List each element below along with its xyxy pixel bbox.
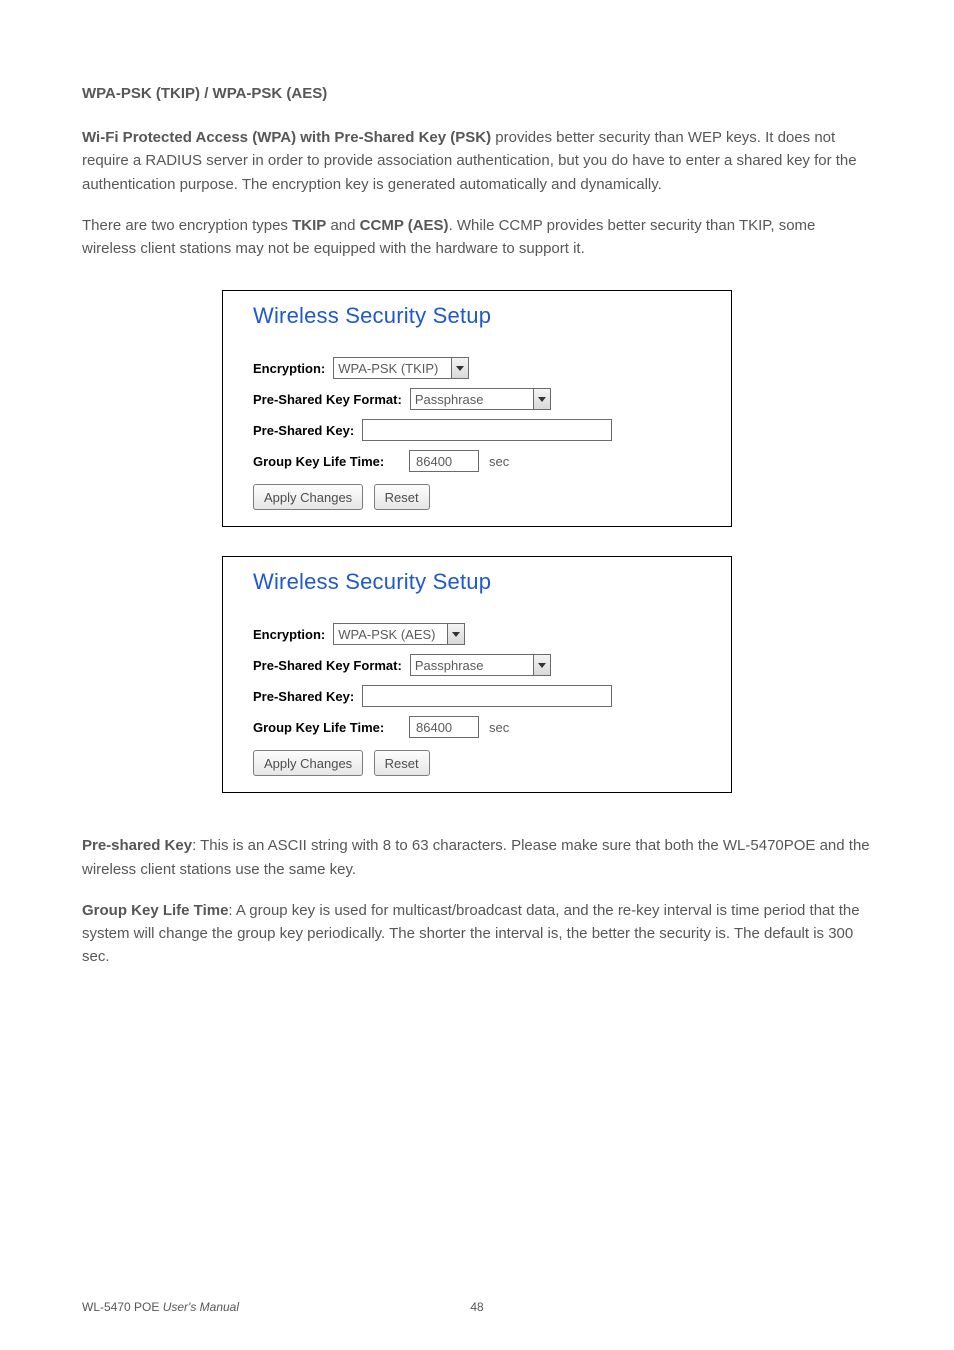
label-psk-format: Pre-Shared Key Format: — [253, 658, 402, 673]
encryption-select-value: WPA-PSK (AES) — [333, 623, 447, 645]
footer-left: WL-5470 POE User's Manual — [82, 1300, 239, 1314]
group-key-input[interactable]: 86400 — [409, 716, 479, 738]
page-number: 48 — [470, 1300, 483, 1314]
encryption-select-value: WPA-PSK (TKIP) — [333, 357, 451, 379]
dropdown-icon[interactable] — [451, 357, 469, 379]
chevron-down-icon — [538, 397, 546, 402]
psk-format-select[interactable]: Passphrase — [410, 388, 551, 410]
row-psk: Pre-Shared Key: — [253, 685, 711, 707]
panel-title: Wireless Security Setup — [253, 303, 711, 329]
chevron-down-icon — [452, 632, 460, 637]
psk-description: Pre-shared Key: This is an ASCII string … — [82, 834, 872, 881]
panel-wrap-1: Wireless Security Setup Encryption: WPA-… — [82, 290, 872, 552]
row-group-key: Group Key Life Time: 86400 sec — [253, 450, 711, 472]
label-encryption: Encryption: — [253, 627, 325, 642]
label-psk: Pre-Shared Key: — [253, 689, 354, 704]
reset-button[interactable]: Reset — [374, 750, 430, 776]
psk-desc-bold: Pre-shared Key — [82, 837, 192, 854]
psk-format-select[interactable]: Passphrase — [410, 654, 551, 676]
encryption-select[interactable]: WPA-PSK (TKIP) — [333, 357, 469, 379]
dropdown-icon[interactable] — [533, 654, 551, 676]
button-row: Apply Changes Reset — [253, 750, 711, 776]
dropdown-icon[interactable] — [533, 388, 551, 410]
unit-sec: sec — [489, 454, 509, 469]
wireless-security-panel-tkip: Wireless Security Setup Encryption: WPA-… — [222, 290, 732, 527]
panel-title: Wireless Security Setup — [253, 569, 711, 595]
psk-format-value: Passphrase — [410, 654, 534, 676]
psk-input[interactable] — [362, 685, 612, 707]
group-key-description: Group Key Life Time: A group key is used… — [82, 899, 872, 969]
p2a: There are two encryption types — [82, 217, 292, 234]
reset-button[interactable]: Reset — [374, 484, 430, 510]
row-encryption: Encryption: WPA-PSK (AES) — [253, 623, 711, 645]
p2-mid: and — [326, 217, 359, 234]
intro-bold-wpa-psk: Wi-Fi Protected Access (WPA) with Pre-Sh… — [82, 129, 491, 146]
footer-manual: User's Manual — [163, 1300, 239, 1314]
p2-tkip: TKIP — [292, 217, 326, 234]
footer-product: WL-5470 POE — [82, 1300, 163, 1314]
row-group-key: Group Key Life Time: 86400 sec — [253, 716, 711, 738]
button-row: Apply Changes Reset — [253, 484, 711, 510]
panel-wrap-2: Wireless Security Setup Encryption: WPA-… — [82, 556, 872, 818]
row-psk-format: Pre-Shared Key Format: Passphrase — [253, 388, 711, 410]
row-psk-format: Pre-Shared Key Format: Passphrase — [253, 654, 711, 676]
row-psk: Pre-Shared Key: — [253, 419, 711, 441]
p2-ccmp: CCMP (AES) — [360, 217, 449, 234]
unit-sec: sec — [489, 720, 509, 735]
page: WPA-PSK (TKIP) / WPA-PSK (AES) Wi-Fi Pro… — [0, 0, 954, 1350]
label-psk: Pre-Shared Key: — [253, 423, 354, 438]
psk-input[interactable] — [362, 419, 612, 441]
row-encryption: Encryption: WPA-PSK (TKIP) — [253, 357, 711, 379]
psk-desc-rest: : This is an ASCII string with 8 to 63 c… — [82, 837, 870, 877]
chevron-down-icon — [538, 663, 546, 668]
psk-format-value: Passphrase — [410, 388, 534, 410]
dropdown-icon[interactable] — [447, 623, 465, 645]
apply-changes-button[interactable]: Apply Changes — [253, 750, 363, 776]
section-heading: WPA-PSK (TKIP) / WPA-PSK (AES) — [82, 85, 872, 102]
intro-paragraph-1: Wi-Fi Protected Access (WPA) with Pre-Sh… — [82, 126, 872, 196]
label-psk-format: Pre-Shared Key Format: — [253, 392, 402, 407]
intro-paragraph-2: There are two encryption types TKIP and … — [82, 214, 872, 261]
wireless-security-panel-aes: Wireless Security Setup Encryption: WPA-… — [222, 556, 732, 793]
gk-desc-bold: Group Key Life Time — [82, 902, 228, 919]
chevron-down-icon — [456, 366, 464, 371]
label-group-key: Group Key Life Time: — [253, 720, 401, 735]
label-encryption: Encryption: — [253, 361, 325, 376]
page-footer: WL-5470 POE User's Manual 48 — [82, 1300, 872, 1314]
label-group-key: Group Key Life Time: — [253, 454, 401, 469]
apply-changes-button[interactable]: Apply Changes — [253, 484, 363, 510]
group-key-input[interactable]: 86400 — [409, 450, 479, 472]
encryption-select[interactable]: WPA-PSK (AES) — [333, 623, 465, 645]
